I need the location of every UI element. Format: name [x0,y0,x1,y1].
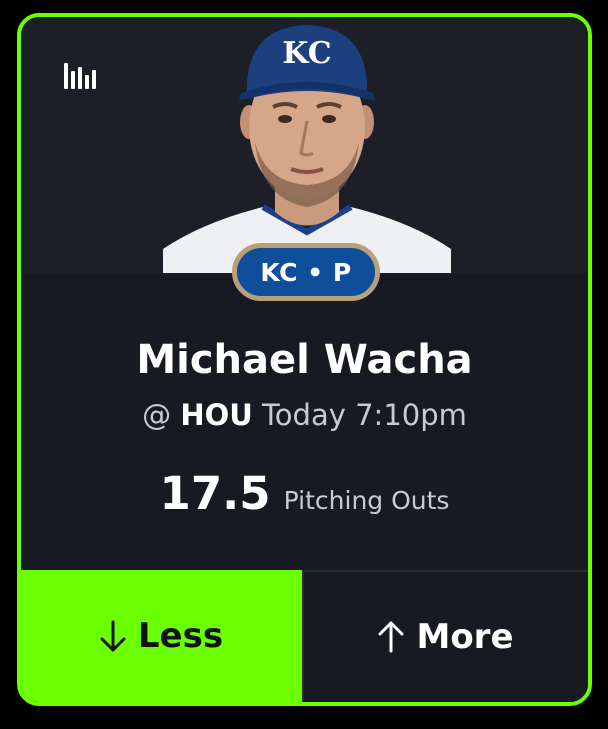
cap-logo: KC [282,36,331,71]
projection-card[interactable]: KC KC • P Michael Wacha @ HOU Today 7:10… [17,13,592,706]
game-info: @ HOU Today 7:10pm [21,398,588,432]
opponent-team: HOU [180,398,253,432]
arrow-up-icon [378,621,404,653]
card-header: KC [21,17,588,273]
arrow-down-icon [100,620,126,652]
game-prefix: @ [142,398,172,432]
player-photo: KC [163,17,451,273]
projection-value: 17.5 [159,467,271,520]
game-time: Today 7:10pm [262,398,467,432]
team-position-badge: KC • P [232,243,380,301]
less-button[interactable]: Less [21,570,302,702]
projection-stat: Pitching Outs [283,486,450,515]
player-name: Michael Wacha [136,337,473,383]
projection-line: 17.5 Pitching Outs [21,467,588,520]
more-button[interactable]: More [302,570,588,702]
bar-chart-icon[interactable] [64,63,96,89]
less-label: Less [137,616,224,656]
more-label: More [416,617,514,657]
